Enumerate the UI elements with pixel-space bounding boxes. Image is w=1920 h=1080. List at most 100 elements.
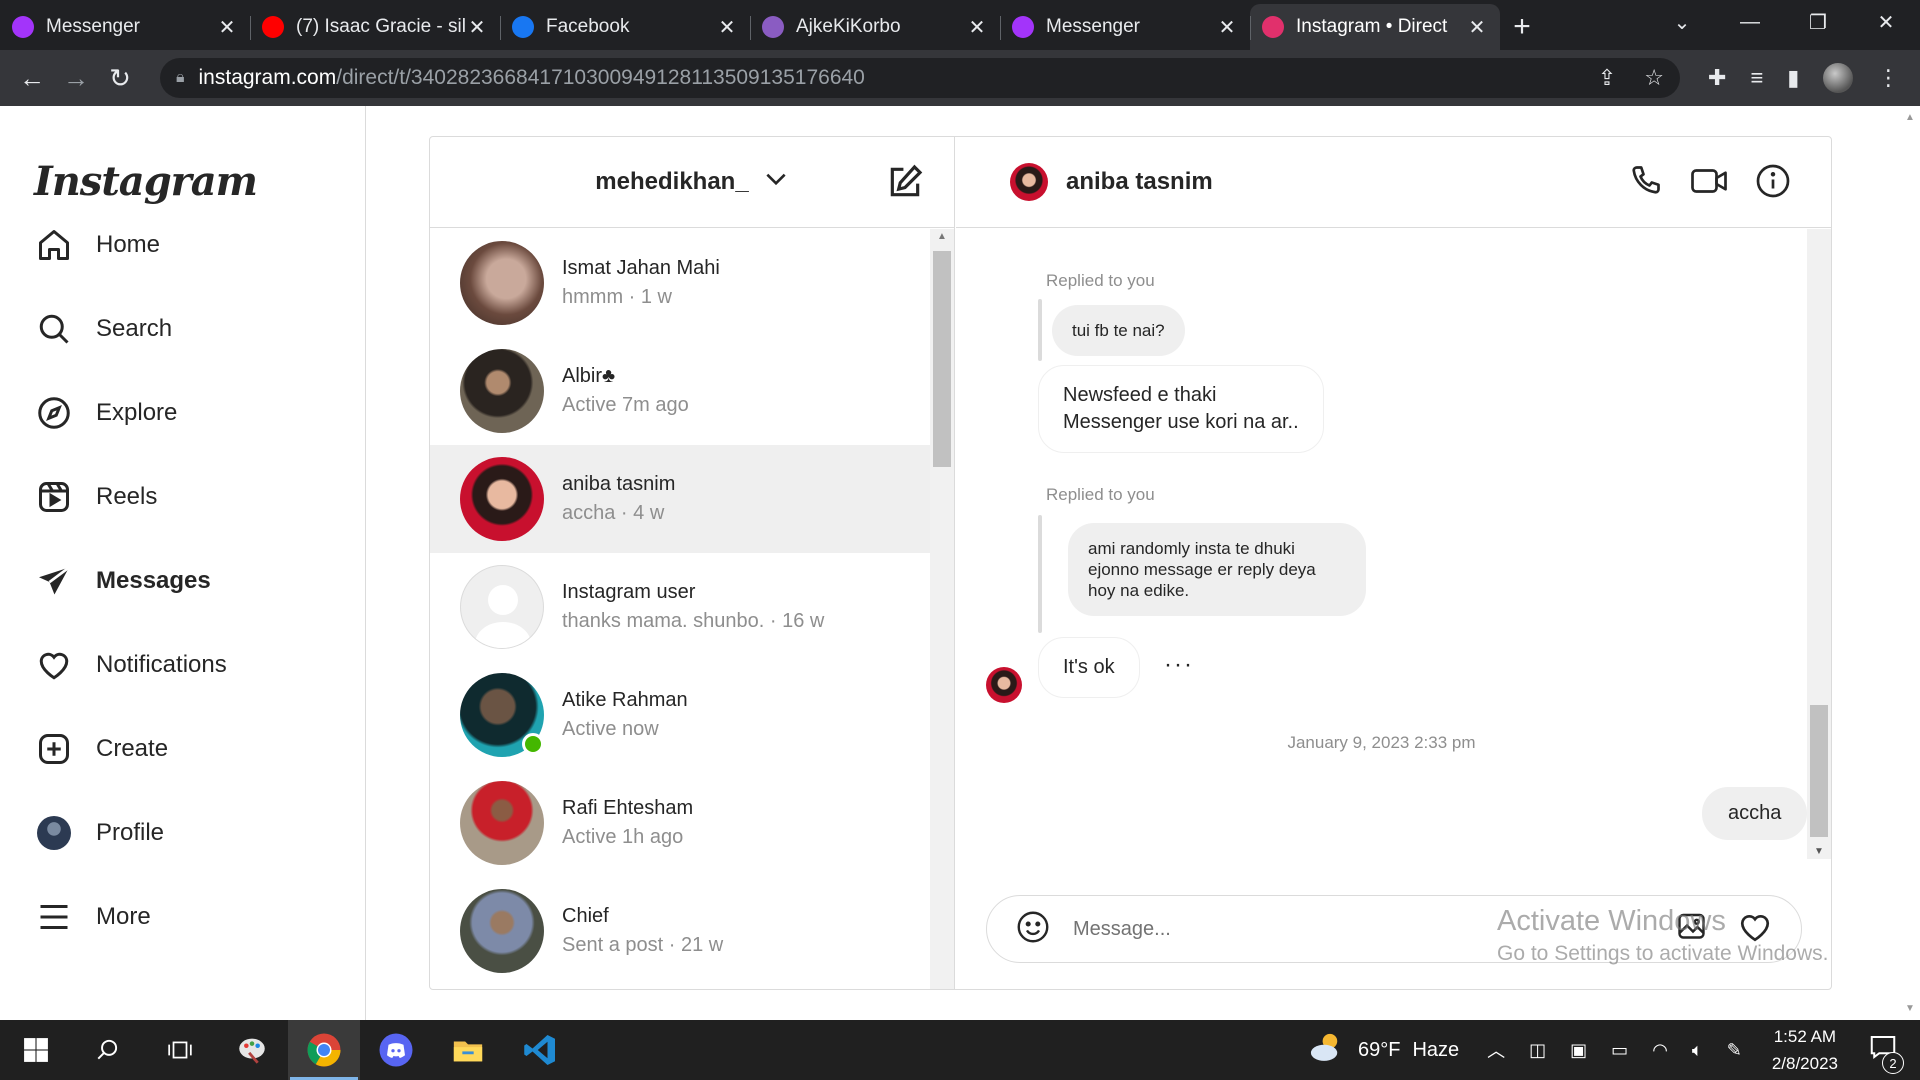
browser-menu-icon[interactable]: ⋮	[1877, 65, 1899, 91]
nav-create[interactable]: Create	[34, 722, 334, 776]
close-tab-icon[interactable]: ✕	[1466, 15, 1488, 40]
nav-reels[interactable]: Reels	[34, 470, 334, 524]
browser-tab[interactable]: Facebook ✕	[500, 4, 750, 50]
scrollbar-thumb[interactable]	[1810, 705, 1828, 837]
browser-tab[interactable]: AjkeKiKorbo ✕	[750, 4, 1000, 50]
bookmark-star-icon[interactable]: ☆	[1644, 65, 1664, 91]
thread-item[interactable]: Ismat Jahan Mahi hmmm · 1 w	[430, 229, 930, 337]
browser-tab[interactable]: Messenger ✕	[0, 4, 250, 50]
discord-taskbar-icon[interactable]	[360, 1020, 432, 1080]
more-options-icon[interactable]: ···	[1164, 651, 1194, 679]
account-switcher[interactable]: mehedikhan_	[595, 166, 788, 199]
close-tab-icon[interactable]: ✕	[466, 15, 488, 40]
quoted-message[interactable]: ami randomly insta te dhuki ejonno messa…	[1068, 523, 1366, 616]
back-button[interactable]: ←	[10, 56, 54, 100]
avatar	[460, 457, 544, 541]
avatar	[460, 781, 544, 865]
forward-button[interactable]: →	[54, 56, 98, 100]
avatar	[460, 673, 544, 757]
page-scrollbar[interactable]: ▲ ▼	[1900, 106, 1920, 1020]
browser-tab[interactable]: Instagram • Direct ✕	[1250, 4, 1500, 50]
tab-search-icon[interactable]: ⌄	[1648, 0, 1716, 44]
phone-icon[interactable]	[1627, 163, 1663, 204]
nav-more[interactable]: More	[34, 890, 334, 944]
plus-square-icon	[34, 729, 74, 769]
close-tab-icon[interactable]: ✕	[1216, 15, 1238, 40]
windows-start-button[interactable]	[0, 1020, 72, 1080]
nav-notifications-label: Notifications	[96, 651, 227, 678]
video-call-icon[interactable]	[1689, 163, 1729, 204]
nav-notifications[interactable]: Notifications	[34, 638, 334, 692]
close-window-button[interactable]: ✕	[1852, 0, 1920, 44]
new-message-button[interactable]	[886, 163, 924, 206]
task-view-icon[interactable]	[144, 1020, 216, 1080]
nav-messages[interactable]: Messages	[34, 554, 334, 608]
close-tab-icon[interactable]: ✕	[216, 15, 238, 40]
nav-search[interactable]: Search	[34, 302, 334, 356]
chat-scrollbar[interactable]: ▼	[1807, 229, 1831, 859]
vscode-taskbar-icon[interactable]	[504, 1020, 576, 1080]
thread-item-selected[interactable]: aniba tasnim accha · 4 w	[430, 445, 930, 553]
minimize-button[interactable]: —	[1716, 0, 1784, 44]
thread-item[interactable]: Atike Rahman Active now	[430, 661, 930, 769]
nav-home[interactable]: Home	[34, 218, 334, 272]
thread-list-scrollbar[interactable]: ▲	[930, 229, 954, 989]
weather-widget[interactable]: 69°F Haze	[1308, 1030, 1459, 1070]
emoji-icon[interactable]	[1015, 909, 1051, 950]
reply-quote-bar	[1038, 299, 1042, 361]
browser-tab-title: Messenger	[1046, 16, 1140, 37]
battery-icon[interactable]: ▭	[1611, 1040, 1628, 1061]
thread-subtitle: hmmm · 1 w	[562, 286, 672, 308]
thread-item[interactable]: Instagram user thanks mama. shunbo. · 16…	[430, 553, 930, 661]
sender-avatar[interactable]	[986, 667, 1022, 703]
media-control-icon[interactable]: ≡	[1750, 65, 1763, 91]
thread-subtitle: Active 1h ago	[562, 826, 684, 848]
volume-icon[interactable]: 🔈︎	[1692, 1040, 1703, 1061]
wifi-icon[interactable]: ◠	[1652, 1040, 1668, 1061]
taskbar-search-icon[interactable]	[72, 1020, 144, 1080]
scroll-up-arrow[interactable]: ▲	[930, 231, 954, 247]
instagram-logo[interactable]: Instagram	[34, 158, 258, 205]
taskbar-clock[interactable]: 1:52 AM 2/8/2023	[1772, 1023, 1838, 1077]
scroll-down-arrow[interactable]: ▼	[1900, 1003, 1920, 1014]
share-icon[interactable]: ⇪	[1598, 65, 1616, 91]
paint-app-icon[interactable]	[216, 1020, 288, 1080]
thread-item[interactable]: Albir♣ Active 7m ago	[430, 337, 930, 445]
scroll-up-arrow[interactable]: ▲	[1900, 112, 1920, 123]
profile-avatar	[34, 813, 74, 853]
restore-button[interactable]: ❐	[1784, 0, 1852, 44]
close-tab-icon[interactable]: ✕	[716, 15, 738, 40]
windows-activation-watermark: Activate Windows Go to Settings to activ…	[1497, 905, 1829, 966]
peer-avatar[interactable]	[1010, 163, 1048, 201]
chrome-taskbar-icon[interactable]	[288, 1020, 360, 1080]
nav-explore[interactable]: Explore	[34, 386, 334, 440]
meet-now-icon[interactable]: ◫	[1529, 1040, 1546, 1061]
address-bar[interactable]: 🔒︎ instagram.com/direct/t/34028236684171…	[160, 58, 1680, 98]
nav-profile[interactable]: Profile	[34, 806, 334, 860]
info-icon[interactable]	[1755, 163, 1791, 204]
reload-button[interactable]: ↻	[98, 56, 142, 100]
close-tab-icon[interactable]: ✕	[966, 15, 988, 40]
message-bubble[interactable]: Newsfeed e thaki Messenger use kori na a…	[1038, 365, 1324, 453]
side-panel-icon[interactable]: ▮	[1787, 65, 1799, 91]
browser-profile-avatar[interactable]	[1823, 63, 1854, 93]
display-icon[interactable]: ▣	[1570, 1040, 1587, 1061]
new-tab-button[interactable]: +	[1500, 4, 1544, 50]
message-bubble[interactable]: It's ok	[1038, 637, 1140, 698]
scrollbar-thumb[interactable]	[933, 251, 951, 467]
show-hidden-icons-chevron[interactable]: ︿	[1487, 1037, 1505, 1063]
avatar	[460, 349, 544, 433]
extensions-puzzle-icon[interactable]: ✚	[1708, 65, 1726, 91]
scroll-down-arrow[interactable]: ▼	[1807, 846, 1831, 857]
heart-icon	[34, 645, 74, 685]
notification-center-button[interactable]: 2	[1868, 1032, 1904, 1074]
quoted-message[interactable]: tui fb te nai?	[1052, 305, 1185, 356]
my-message-bubble[interactable]: accha	[1702, 787, 1808, 840]
thread-item[interactable]: Chief Sent a post · 21 w	[430, 877, 930, 985]
peer-name[interactable]: aniba tasnim	[1066, 168, 1213, 196]
pen-icon[interactable]: ✎	[1727, 1040, 1742, 1061]
browser-tab[interactable]: Messenger ✕	[1000, 4, 1250, 50]
thread-item[interactable]: Rafi Ehtesham Active 1h ago	[430, 769, 930, 877]
browser-tab[interactable]: (7) Isaac Gracie - sil ✕	[250, 4, 500, 50]
file-explorer-icon[interactable]	[432, 1020, 504, 1080]
